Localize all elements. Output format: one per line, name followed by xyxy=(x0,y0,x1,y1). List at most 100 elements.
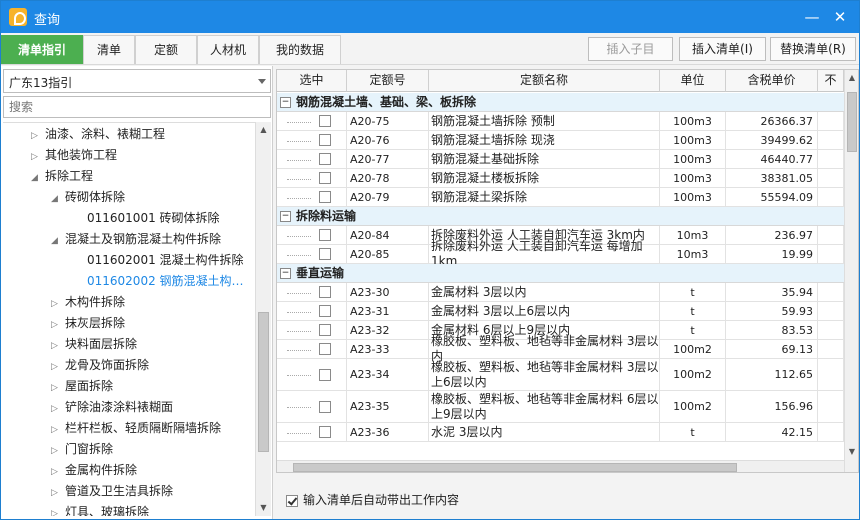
tree-node[interactable]: ▷ 屋面拆除 xyxy=(51,376,113,397)
tree-node[interactable]: ◢ 砖砌体拆除 xyxy=(51,187,125,208)
tree-scrollbar[interactable]: ▲ ▼ xyxy=(255,122,271,516)
collapse-arrow-icon[interactable]: ◢ xyxy=(31,168,45,189)
expand-arrow-icon[interactable]: ▷ xyxy=(51,462,65,483)
table-row[interactable]: A20-85 拆除废料外运 人工装自卸汽车运 每增加1km 10m3 19.99 xyxy=(277,239,844,268)
row-checkbox[interactable] xyxy=(319,426,331,438)
collapse-toggle-icon[interactable]: − xyxy=(280,268,291,279)
tree-node[interactable]: ▷ 块料面层拆除 xyxy=(51,334,137,355)
auto-content-checkbox[interactable] xyxy=(286,494,298,507)
row-checkbox[interactable] xyxy=(319,248,331,260)
select-cell xyxy=(277,321,347,339)
col-header-select[interactable]: 选中 xyxy=(277,70,347,92)
table-row[interactable]: A23-36 水泥 3层以内 t 42.15 xyxy=(277,423,844,442)
scroll-down-icon[interactable]: ▼ xyxy=(256,500,271,516)
expand-arrow-icon[interactable]: ▷ xyxy=(31,126,45,147)
expand-arrow-icon[interactable]: ▷ xyxy=(31,147,45,168)
scroll-up-icon[interactable]: ▲ xyxy=(256,122,271,138)
table-row[interactable]: A23-33 橡胶板、塑料板、地毡等非金属材料 3层以内 100m2 69.13 xyxy=(277,334,844,363)
collapse-toggle-icon[interactable]: − xyxy=(280,97,291,108)
tree-node[interactable]: ▷ 铲除油漆涂料裱糊面 xyxy=(51,397,173,418)
row-checkbox[interactable] xyxy=(319,324,331,336)
table-row[interactable]: A20-77 钢筋混凝土基础拆除 100m3 46440.77 xyxy=(277,150,844,169)
tree-node[interactable]: ▷ 龙骨及饰面拆除 xyxy=(51,355,149,376)
close-icon[interactable]: ✕ xyxy=(827,5,853,29)
tree-node[interactable]: ▷ 抹灰层拆除 xyxy=(51,313,125,334)
tree-node[interactable]: ▷ 栏杆栏板、轻质隔断隔墙拆除 xyxy=(51,418,221,439)
col-header-unit[interactable]: 单位 xyxy=(660,70,726,92)
col-header-code[interactable]: 定额号 xyxy=(347,70,429,92)
minimize-icon[interactable]: — xyxy=(799,5,825,29)
row-checkbox[interactable] xyxy=(319,343,331,355)
table-row[interactable]: A20-76 钢筋混凝土墙拆除 现浇 100m3 39499.62 xyxy=(277,131,844,150)
tree-node[interactable]: 011601001 砖砌体拆除 xyxy=(87,208,220,229)
expand-arrow-icon[interactable]: ▷ xyxy=(51,315,65,336)
tab-labor-material-machine[interactable]: 人材机 xyxy=(197,35,259,64)
grid-horizontal-scrollbar[interactable] xyxy=(277,460,844,472)
tree-node[interactable]: ◢ 混凝土及钢筋混凝土构件拆除 xyxy=(51,229,221,250)
insert-list-button[interactable]: 插入清单(I) xyxy=(679,37,766,61)
tree-node[interactable]: ▷ 油漆、涂料、裱糊工程 xyxy=(31,124,165,145)
table-row[interactable]: A23-31 金属材料 3层以上6层以内 t 59.93 xyxy=(277,302,844,321)
select-cell xyxy=(277,226,347,244)
table-row[interactable]: A23-34 橡胶板、塑料板、地毡等非金属材料 3层以上6层以内 100m2 112.… xyxy=(277,359,844,391)
row-checkbox[interactable] xyxy=(319,368,331,381)
collapse-arrow-icon[interactable]: ◢ xyxy=(51,189,65,210)
expand-arrow-icon[interactable]: ▷ xyxy=(51,399,65,420)
tree-node[interactable]: ▷ 门窗拆除 xyxy=(51,439,113,460)
expand-arrow-icon[interactable]: ▷ xyxy=(51,441,65,462)
replace-list-button[interactable]: 替换清单(R) xyxy=(770,37,856,61)
expand-arrow-icon[interactable]: ▷ xyxy=(51,483,65,504)
scroll-thumb[interactable] xyxy=(847,92,857,152)
guide-selector[interactable]: 广东13指引 xyxy=(3,69,271,93)
expand-arrow-icon[interactable]: ▷ xyxy=(51,336,65,357)
row-checkbox[interactable] xyxy=(319,229,331,241)
row-checkbox[interactable] xyxy=(319,286,331,298)
grid-vertical-scrollbar[interactable]: ▲ ▼ xyxy=(844,70,858,472)
search-input[interactable] xyxy=(3,96,271,118)
tab-list-guide[interactable]: 清单指引 xyxy=(1,35,83,64)
table-row[interactable]: A23-35 橡胶板、塑料板、地毡等非金属材料 6层以上9层以内 100m2 156.… xyxy=(277,391,844,423)
tab-list[interactable]: 清单 xyxy=(83,35,135,64)
col-header-name[interactable]: 定额名称 xyxy=(429,70,660,92)
tree-node[interactable]: ▷ 管道及卫生洁具拆除 xyxy=(51,481,173,502)
scroll-thumb[interactable] xyxy=(293,463,737,472)
row-checkbox[interactable] xyxy=(319,191,331,203)
tree-node[interactable]: ▷ 其他装饰工程 xyxy=(31,145,117,166)
table-row[interactable]: A20-79 钢筋混凝土梁拆除 100m3 55594.09 xyxy=(277,188,844,207)
row-checkbox[interactable] xyxy=(319,153,331,165)
table-row[interactable]: A20-75 钢筋混凝土墙拆除 预制 100m3 26366.37 xyxy=(277,112,844,131)
tree-node-label: 金属构件拆除 xyxy=(65,463,138,477)
tree-node[interactable]: 011602001 混凝土构件拆除 xyxy=(87,250,244,271)
row-checkbox[interactable] xyxy=(319,172,331,184)
table-row[interactable]: A23-30 金属材料 3层以内 t 35.94 xyxy=(277,283,844,302)
tree-node[interactable]: ◢ 拆除工程 xyxy=(31,166,93,187)
row-checkbox[interactable] xyxy=(319,134,331,146)
expand-arrow-icon[interactable]: ▷ xyxy=(51,504,65,516)
scroll-up-icon[interactable]: ▲ xyxy=(845,70,858,86)
tree-node[interactable]: ▷ 金属构件拆除 xyxy=(51,460,137,481)
tree-node[interactable]: 011602002 钢筋混凝土构… xyxy=(87,271,244,292)
tree-node[interactable]: ▷ 灯具、玻璃拆除 xyxy=(51,502,149,516)
group-row[interactable]: − 拆除料运输 xyxy=(277,207,844,226)
col-header-price[interactable]: 含税单价 xyxy=(726,70,818,92)
row-checkbox[interactable] xyxy=(319,115,331,127)
expand-arrow-icon[interactable]: ▷ xyxy=(51,357,65,378)
expand-arrow-icon[interactable]: ▷ xyxy=(51,294,65,315)
row-checkbox[interactable] xyxy=(319,400,331,413)
expand-arrow-icon[interactable]: ▷ xyxy=(51,420,65,441)
tab-my-data[interactable]: 我的数据 xyxy=(259,35,341,64)
collapse-arrow-icon[interactable]: ◢ xyxy=(51,231,65,252)
col-header-extra[interactable]: 不 xyxy=(818,70,844,92)
expand-arrow-icon[interactable]: ▷ xyxy=(51,378,65,399)
tab-quota[interactable]: 定额 xyxy=(135,35,197,64)
row-checkbox[interactable] xyxy=(319,305,331,317)
insert-sub-button[interactable]: 插入子目 xyxy=(588,37,673,61)
group-row[interactable]: − 钢筋混凝土墙、基础、梁、板拆除 xyxy=(277,93,844,112)
scroll-thumb[interactable] xyxy=(258,312,269,452)
tree-node[interactable]: ▷ 木构件拆除 xyxy=(51,292,125,313)
collapse-toggle-icon[interactable]: − xyxy=(280,211,291,222)
group-row[interactable]: − 垂直运输 xyxy=(277,264,844,283)
auto-content-option[interactable]: 输入清单后自动带出工作内容 xyxy=(286,491,459,508)
table-row[interactable]: A20-78 钢筋混凝土楼板拆除 100m3 38381.05 xyxy=(277,169,844,188)
scroll-down-icon[interactable]: ▼ xyxy=(845,444,858,460)
